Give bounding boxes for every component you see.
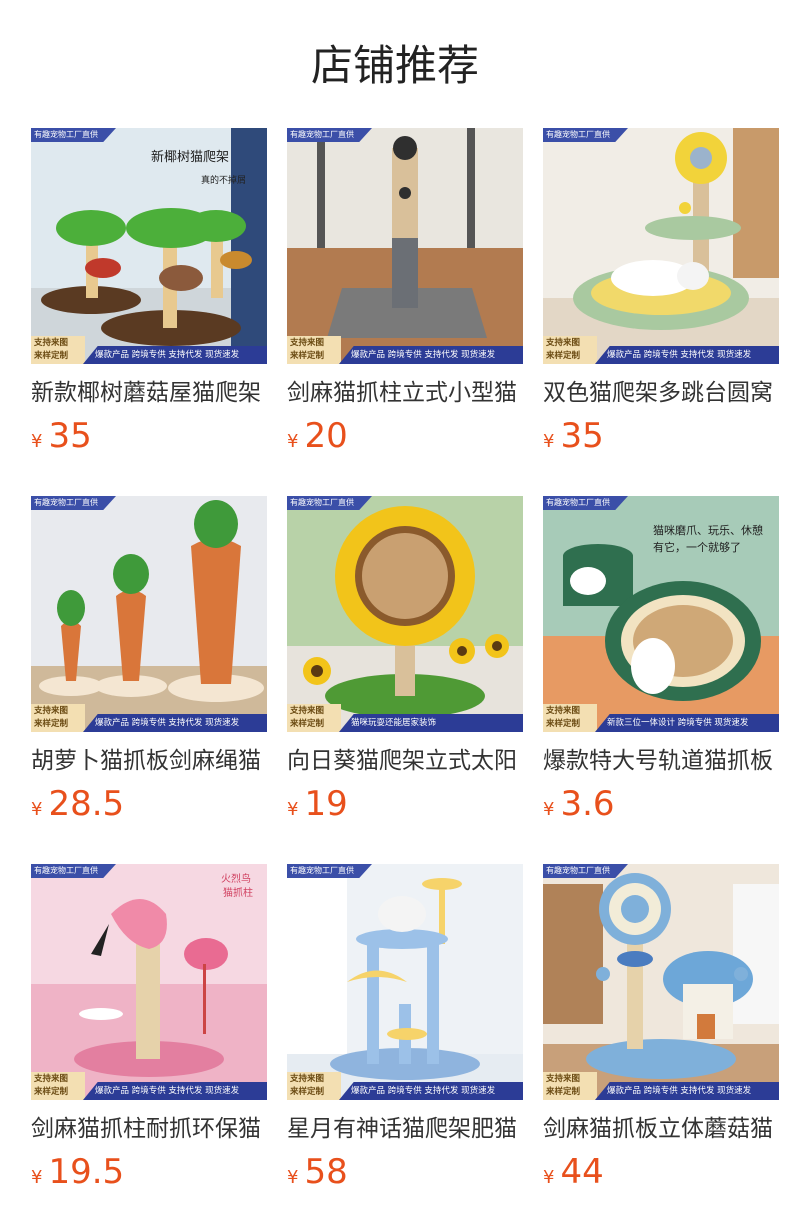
- product-name[interactable]: 爆款特大号轨道猫抓板: [543, 744, 779, 778]
- price-value: 35: [560, 416, 604, 456]
- currency-symbol: ¥: [543, 431, 555, 452]
- product-image[interactable]: 猫咪磨爪、玩乐、休憩 有它，一个就够了 有趣宠物工厂直供 支持来图 来样定制 新款…: [543, 496, 779, 732]
- product-name[interactable]: 新款椰树蘑菇屋猫爬架: [31, 376, 267, 410]
- coconut-tree-mushroom-image: 新椰树猫爬架 真的不掉屑: [31, 128, 267, 364]
- product-name[interactable]: 双色猫爬架多跳台圆窝: [543, 376, 779, 410]
- custom-badge: 支持来图 来样定制: [543, 1072, 597, 1100]
- track-scratcher-image: 猫咪磨爪、玩乐、休憩 有它，一个就够了: [543, 496, 779, 732]
- overlay-text: 猫抓柱: [223, 886, 253, 899]
- product-image[interactable]: 新椰树猫爬架 真的不掉屑 有趣宠物工厂直供 支持来图 来样定制 爆款产品 跨境专供…: [31, 128, 267, 364]
- factory-badge: 有趣宠物工厂直供: [287, 864, 372, 878]
- factory-badge: 有趣宠物工厂直供: [31, 864, 116, 878]
- overlay-text: 有它，一个就够了: [653, 540, 741, 554]
- factory-badge: 有趣宠物工厂直供: [31, 496, 116, 510]
- factory-badge: 有趣宠物工厂直供: [543, 864, 628, 878]
- product-card[interactable]: 有趣宠物工厂直供 支持来图 来样定制 爆款产品 跨境专供 支持代发 现货速发 剑麻…: [287, 128, 523, 496]
- product-image[interactable]: 有趣宠物工厂直供 支持来图 来样定制 爆款产品 跨境专供 支持代发 现货速发: [287, 128, 523, 364]
- product-image[interactable]: 有趣宠物工厂直供 支持来图 来样定制 爆款产品 跨境专供 支持代发 现货速发: [31, 496, 267, 732]
- currency-symbol: ¥: [31, 431, 43, 452]
- currency-symbol: ¥: [287, 799, 299, 820]
- product-name[interactable]: 向日葵猫爬架立式太阳: [287, 744, 523, 778]
- flower-cat-tree-image: [543, 128, 779, 364]
- factory-badge: 有趣宠物工厂直供: [287, 128, 372, 142]
- sisal-post-image: [287, 128, 523, 364]
- product-image[interactable]: 有趣宠物工厂直供 支持来图 来样定制 爆款产品 跨境专供 支持代发 现货速发: [287, 864, 523, 1100]
- price-value: 3.6: [560, 784, 615, 824]
- overlay-text: 真的不掉屑: [201, 174, 246, 185]
- factory-badge: 有趣宠物工厂直供: [31, 128, 116, 142]
- product-grid: 新椰树猫爬架 真的不掉屑 有趣宠物工厂直供 支持来图 来样定制 爆款产品 跨境专供…: [31, 128, 779, 1232]
- factory-badge: 有趣宠物工厂直供: [287, 496, 372, 510]
- promo-bar: 猫咪玩耍还能居家装饰: [339, 714, 523, 732]
- product-name[interactable]: 剑麻猫抓板立体蘑菇猫: [543, 1112, 779, 1146]
- sunflower-post-image: [287, 496, 523, 732]
- page-title: 店铺推荐: [310, 41, 479, 90]
- price-value: 19.5: [48, 1152, 125, 1192]
- custom-badge: 支持来图 来样定制: [31, 1072, 85, 1100]
- promo-bar: 爆款产品 跨境专供 支持代发 现货速发: [339, 1082, 523, 1100]
- product-name[interactable]: 星月有神话猫爬架肥猫: [287, 1112, 523, 1146]
- price-value: 35: [48, 416, 92, 456]
- lollipop-mushroom-image: [543, 864, 779, 1100]
- currency-symbol: ¥: [31, 1167, 43, 1188]
- product-price: ¥28.5: [31, 784, 267, 824]
- price-value: 58: [304, 1152, 348, 1192]
- custom-badge: 支持来图 来样定制: [543, 704, 597, 732]
- factory-badge: 有趣宠物工厂直供: [543, 128, 628, 142]
- custom-badge: 支持来图 来样定制: [31, 704, 85, 732]
- overlay-text: 新椰树猫爬架: [151, 149, 229, 164]
- product-card[interactable]: 有趣宠物工厂直供 支持来图 来样定制 爆款产品 跨境专供 支持代发 现货速发 胡萝…: [31, 496, 267, 864]
- product-image[interactable]: 火烈鸟 猫抓柱 有趣宠物工厂直供 支持来图 来样定制 爆款产品 跨境专供 支持代发…: [31, 864, 267, 1100]
- product-card[interactable]: 有趣宠物工厂直供 支持来图 来样定制 爆款产品 跨境专供 支持代发 现货速发 星月…: [287, 864, 523, 1232]
- product-name[interactable]: 剑麻猫抓柱立式小型猫: [287, 376, 523, 410]
- currency-symbol: ¥: [31, 799, 43, 820]
- overlay-text: 猫咪磨爪、玩乐、休憩: [653, 523, 763, 537]
- price-value: 19: [304, 784, 348, 824]
- promo-bar: 爆款产品 跨境专供 支持代发 现货速发: [83, 1082, 267, 1100]
- promo-bar: 爆款产品 跨境专供 支持代发 现货速发: [83, 714, 267, 732]
- factory-badge: 有趣宠物工厂直供: [543, 496, 628, 510]
- product-name[interactable]: 胡萝卜猫抓板剑麻绳猫: [31, 744, 267, 778]
- promo-bar: 爆款产品 跨境专供 支持代发 现货速发: [83, 346, 267, 364]
- product-card[interactable]: 有趣宠物工厂直供 支持来图 来样定制 爆款产品 跨境专供 支持代发 现货速发 双色…: [543, 128, 779, 496]
- product-image[interactable]: 有趣宠物工厂直供 支持来图 来样定制 猫咪玩耍还能居家装饰: [287, 496, 523, 732]
- product-price: ¥35: [543, 416, 779, 456]
- product-price: ¥20: [287, 416, 523, 456]
- flamingo-post-image: 火烈鸟 猫抓柱: [31, 864, 267, 1100]
- currency-symbol: ¥: [543, 799, 555, 820]
- currency-symbol: ¥: [287, 1167, 299, 1188]
- product-card[interactable]: 火烈鸟 猫抓柱 有趣宠物工厂直供 支持来图 来样定制 爆款产品 跨境专供 支持代发…: [31, 864, 267, 1232]
- custom-badge: 支持来图 来样定制: [287, 336, 341, 364]
- product-card[interactable]: 有趣宠物工厂直供 支持来图 来样定制 爆款产品 跨境专供 支持代发 现货速发 剑麻…: [543, 864, 779, 1232]
- custom-badge: 支持来图 来样定制: [31, 336, 85, 364]
- custom-badge: 支持来图 来样定制: [287, 1072, 341, 1100]
- carrot-posts-image: [31, 496, 267, 732]
- product-card[interactable]: 猫咪磨爪、玩乐、休憩 有它，一个就够了 有趣宠物工厂直供 支持来图 来样定制 新款…: [543, 496, 779, 864]
- promo-bar: 新款三位一体设计 跨境专供 现货速发: [595, 714, 779, 732]
- product-card[interactable]: 新椰树猫爬架 真的不掉屑 有趣宠物工厂直供 支持来图 来样定制 爆款产品 跨境专供…: [31, 128, 267, 496]
- star-moon-cat-tree-image: [287, 864, 523, 1100]
- overlay-text: 火烈鸟: [221, 872, 251, 885]
- product-image[interactable]: 有趣宠物工厂直供 支持来图 来样定制 爆款产品 跨境专供 支持代发 现货速发: [543, 864, 779, 1100]
- currency-symbol: ¥: [543, 1167, 555, 1188]
- product-image[interactable]: 有趣宠物工厂直供 支持来图 来样定制 爆款产品 跨境专供 支持代发 现货速发: [543, 128, 779, 364]
- product-card[interactable]: 有趣宠物工厂直供 支持来图 来样定制 猫咪玩耍还能居家装饰 向日葵猫爬架立式太阳 …: [287, 496, 523, 864]
- custom-badge: 支持来图 来样定制: [287, 704, 341, 732]
- promo-bar: 爆款产品 跨境专供 支持代发 现货速发: [595, 346, 779, 364]
- promo-bar: 爆款产品 跨境专供 支持代发 现货速发: [339, 346, 523, 364]
- price-value: 44: [560, 1152, 604, 1192]
- price-value: 28.5: [48, 784, 125, 824]
- product-price: ¥3.6: [543, 784, 779, 824]
- product-name[interactable]: 剑麻猫抓柱耐抓环保猫: [31, 1112, 267, 1146]
- product-price: ¥58: [287, 1152, 523, 1192]
- product-price: ¥35: [31, 416, 267, 456]
- product-price: ¥19.5: [31, 1152, 267, 1192]
- product-price: ¥44: [543, 1152, 779, 1192]
- promo-bar: 爆款产品 跨境专供 支持代发 现货速发: [595, 1082, 779, 1100]
- currency-symbol: ¥: [287, 431, 299, 452]
- product-price: ¥19: [287, 784, 523, 824]
- price-value: 20: [304, 416, 348, 456]
- custom-badge: 支持来图 来样定制: [543, 336, 597, 364]
